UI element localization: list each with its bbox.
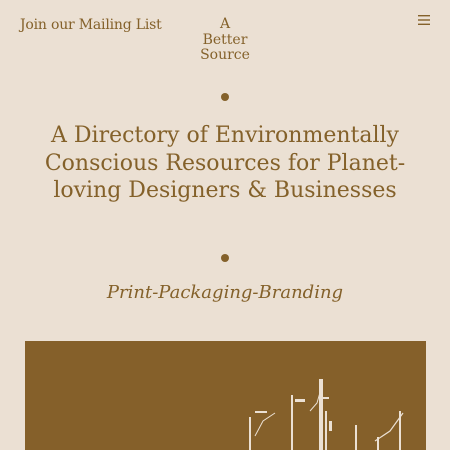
logo-line-1: A bbox=[219, 16, 231, 32]
services-tagline: Print-Packaging-Branding bbox=[106, 282, 344, 303]
logo-line-2: Better bbox=[202, 31, 248, 48]
site-header: Join our Mailing List A Better Source bbox=[0, 0, 450, 70]
site-logo[interactable]: A Better Source bbox=[175, 16, 275, 64]
divider-dot-middle bbox=[221, 254, 229, 262]
hamburger-menu-icon[interactable] bbox=[416, 12, 434, 28]
divider-dot-top bbox=[221, 93, 229, 101]
page-headline: A Directory of Environmentally Conscious… bbox=[44, 123, 406, 203]
hero-image bbox=[25, 341, 426, 450]
mailing-list-link[interactable]: Join our Mailing List bbox=[20, 17, 162, 33]
logo-line-3: Source bbox=[200, 47, 250, 63]
